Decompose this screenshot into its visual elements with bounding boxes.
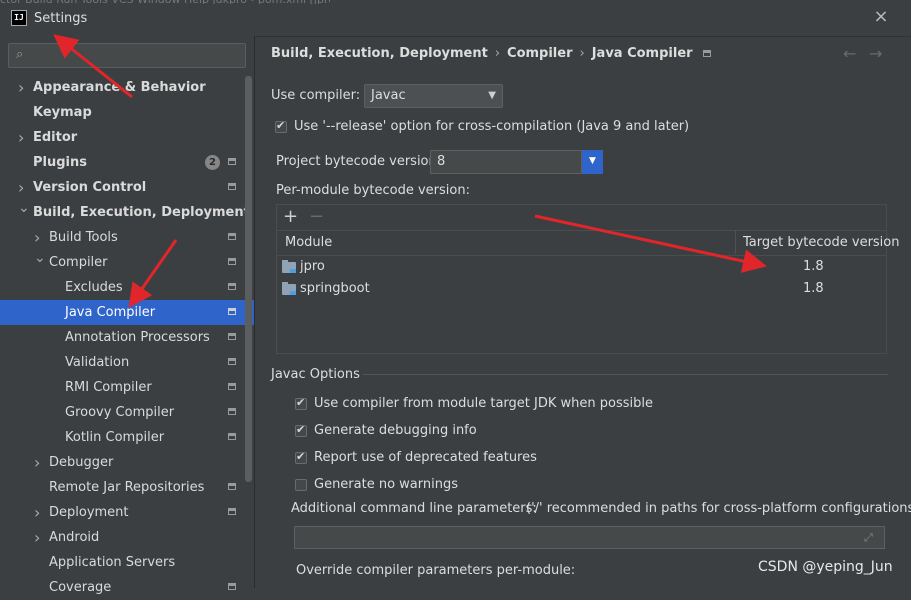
annotation-arrow (534, 214, 767, 273)
annotation-arrow (128, 239, 178, 308)
annotation-arrow (53, 34, 133, 99)
annotation-arrows (53, 34, 767, 308)
